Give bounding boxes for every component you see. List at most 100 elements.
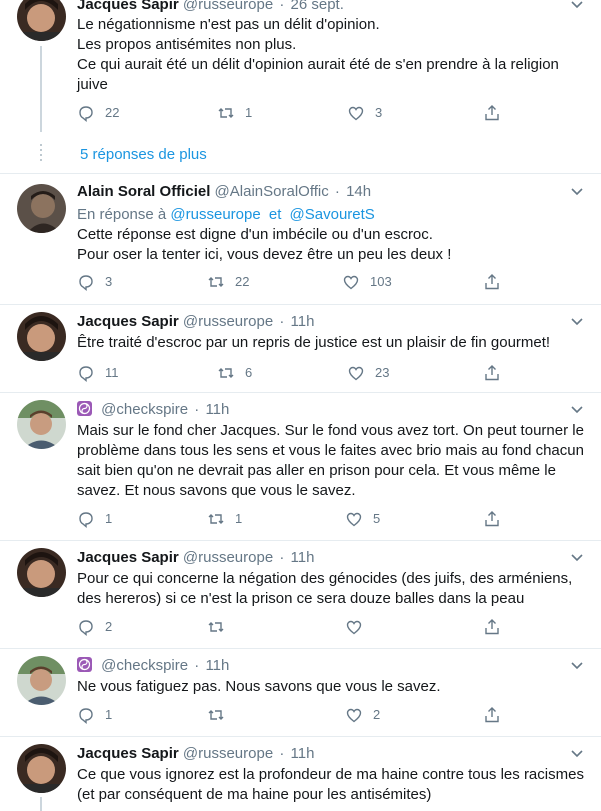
retweet-button[interactable]: 1 bbox=[217, 103, 252, 123]
reply-context: En réponse à @russeurope et @SavouretS bbox=[77, 205, 375, 225]
tweet-text: Ce que vous ignorez est la profondeur de… bbox=[77, 766, 584, 803]
caret-down-icon[interactable] bbox=[569, 183, 585, 199]
mention-link[interactable]: @SavouretS bbox=[290, 206, 375, 223]
tweet-text: Ne vous fatiguez pas. Nous savons que vo… bbox=[77, 678, 441, 695]
yin-yang-emoji bbox=[77, 401, 92, 416]
retweet-button[interactable]: 22 bbox=[207, 272, 249, 292]
caret-down-icon[interactable] bbox=[569, 657, 585, 673]
like-count: 103 bbox=[370, 274, 392, 289]
author-handle[interactable]: @russeurope bbox=[183, 0, 273, 13]
author-name[interactable]: Jacques Sapir bbox=[77, 549, 179, 566]
caret-down-icon[interactable] bbox=[569, 313, 585, 329]
author-handle[interactable]: @russeurope bbox=[183, 313, 273, 330]
like-count: 23 bbox=[375, 365, 390, 380]
separator-dot: · bbox=[194, 657, 200, 674]
author-handle[interactable]: @checkspire bbox=[101, 401, 188, 418]
tweet[interactable]: @checkspire · 11h Ne vous fatiguez pas. … bbox=[0, 648, 601, 736]
tweet-text: Le négationnisme n'est pas un délit d'op… bbox=[77, 16, 559, 93]
tweet-actions: 1 2 bbox=[77, 705, 507, 725]
like-icon bbox=[343, 275, 359, 290]
tweet[interactable]: Jacques Sapir @russeurope · 11h Être tra… bbox=[0, 304, 601, 392]
reply-button[interactable]: 2 bbox=[77, 617, 112, 637]
tweet-header: Jacques Sapir @russeurope · 11h bbox=[77, 548, 314, 568]
retweet-icon bbox=[218, 368, 234, 378]
tweet-header: Alain Soral Officiel @AlainSoralOffic · … bbox=[77, 182, 371, 202]
tweet[interactable]: Jacques Sapir @russeurope · 11h Ce que v… bbox=[0, 736, 601, 811]
avatar[interactable] bbox=[17, 744, 66, 793]
like-button[interactable]: 23 bbox=[347, 363, 389, 383]
reply-button[interactable]: 22 bbox=[77, 103, 119, 123]
caret-down-icon[interactable] bbox=[569, 0, 585, 12]
tweet-time[interactable]: 11h bbox=[205, 401, 229, 418]
reply-icon bbox=[79, 275, 93, 291]
share-button[interactable] bbox=[483, 103, 501, 123]
avatar[interactable] bbox=[17, 184, 66, 233]
like-button[interactable] bbox=[345, 617, 373, 637]
share-button[interactable] bbox=[483, 272, 501, 292]
tweet-header: Jacques Sapir @russeurope · 11h bbox=[77, 744, 314, 764]
like-button[interactable]: 3 bbox=[347, 103, 382, 123]
tweet-text: Cette réponse est digne d'un imbécile ou… bbox=[77, 226, 452, 263]
tweet-time[interactable]: 11h bbox=[291, 745, 315, 762]
author-name[interactable]: Jacques Sapir bbox=[77, 313, 179, 330]
retweet-button[interactable]: 1 bbox=[207, 509, 242, 529]
share-button[interactable] bbox=[483, 705, 501, 725]
tweet[interactable]: Alain Soral Officiel @AlainSoralOffic · … bbox=[0, 173, 601, 304]
share-icon bbox=[485, 619, 499, 635]
tweet-header: Jacques Sapir @russeurope · 26 sept. bbox=[77, 0, 344, 15]
avatar[interactable] bbox=[17, 400, 66, 449]
share-button[interactable] bbox=[483, 509, 501, 529]
avatar[interactable] bbox=[17, 548, 66, 597]
tweet-time[interactable]: 11h bbox=[205, 657, 229, 674]
like-button[interactable]: 5 bbox=[345, 509, 380, 529]
like-button[interactable]: 103 bbox=[342, 272, 392, 292]
mention-link[interactable]: @russeurope bbox=[170, 206, 260, 223]
retweet-button[interactable]: 6 bbox=[217, 363, 252, 383]
tweet-actions: 11 6 23 bbox=[77, 363, 507, 383]
separator-dot: · bbox=[194, 401, 200, 418]
like-button[interactable]: 2 bbox=[345, 705, 380, 725]
author-handle[interactable]: @russeurope bbox=[183, 745, 273, 762]
tweet[interactable]: @checkspire · 11h Mais sur le fond cher … bbox=[0, 392, 601, 540]
share-icon bbox=[485, 707, 499, 723]
reply-count: 3 bbox=[105, 274, 113, 289]
avatar[interactable] bbox=[17, 312, 66, 361]
thread-line bbox=[40, 46, 42, 132]
reply-prefix: En réponse à bbox=[77, 206, 167, 223]
reply-button[interactable]: 1 bbox=[77, 705, 112, 725]
more-replies-link[interactable]: 5 réponses de plus bbox=[80, 145, 207, 165]
reply-count: 1 bbox=[105, 707, 113, 722]
share-button[interactable] bbox=[483, 363, 501, 383]
tweet-time[interactable]: 11h bbox=[291, 549, 315, 566]
retweet-icon bbox=[208, 710, 224, 720]
caret-down-icon[interactable] bbox=[569, 549, 585, 565]
like-icon bbox=[346, 620, 362, 635]
avatar[interactable] bbox=[17, 656, 66, 705]
separator-dot: · bbox=[334, 183, 340, 200]
author-name[interactable]: Jacques Sapir bbox=[77, 745, 179, 762]
avatar[interactable] bbox=[17, 0, 66, 41]
tweet[interactable]: Jacques Sapir @russeurope · 26 sept. Le … bbox=[0, 0, 601, 140]
author-name[interactable]: Alain Soral Officiel bbox=[77, 183, 210, 200]
reply-button[interactable]: 3 bbox=[77, 272, 112, 292]
reply-button[interactable]: 1 bbox=[77, 509, 112, 529]
tweet-time[interactable]: 26 sept. bbox=[291, 0, 344, 13]
tweet[interactable]: Jacques Sapir @russeurope · 11h Pour ce … bbox=[0, 540, 601, 648]
tweet-time[interactable]: 11h bbox=[291, 313, 315, 330]
caret-down-icon[interactable] bbox=[569, 401, 585, 417]
tweet-text: Être traité d'escroc par un repris de ju… bbox=[77, 334, 551, 351]
caret-down-icon[interactable] bbox=[569, 745, 585, 761]
like-icon bbox=[348, 366, 364, 381]
show-more-replies[interactable]: 5 réponses de plus bbox=[0, 132, 601, 176]
retweet-count: 6 bbox=[245, 365, 253, 380]
tweet-time[interactable]: 14h bbox=[346, 183, 371, 200]
share-icon bbox=[485, 365, 499, 381]
author-handle[interactable]: @russeurope bbox=[183, 549, 273, 566]
author-handle[interactable]: @AlainSoralOffic bbox=[215, 183, 329, 200]
retweet-button[interactable] bbox=[207, 705, 235, 725]
author-name[interactable]: Jacques Sapir bbox=[77, 0, 179, 13]
share-button[interactable] bbox=[483, 617, 501, 637]
author-handle[interactable]: @checkspire bbox=[101, 657, 188, 674]
retweet-button[interactable] bbox=[207, 617, 235, 637]
reply-button[interactable]: 11 bbox=[77, 363, 119, 383]
